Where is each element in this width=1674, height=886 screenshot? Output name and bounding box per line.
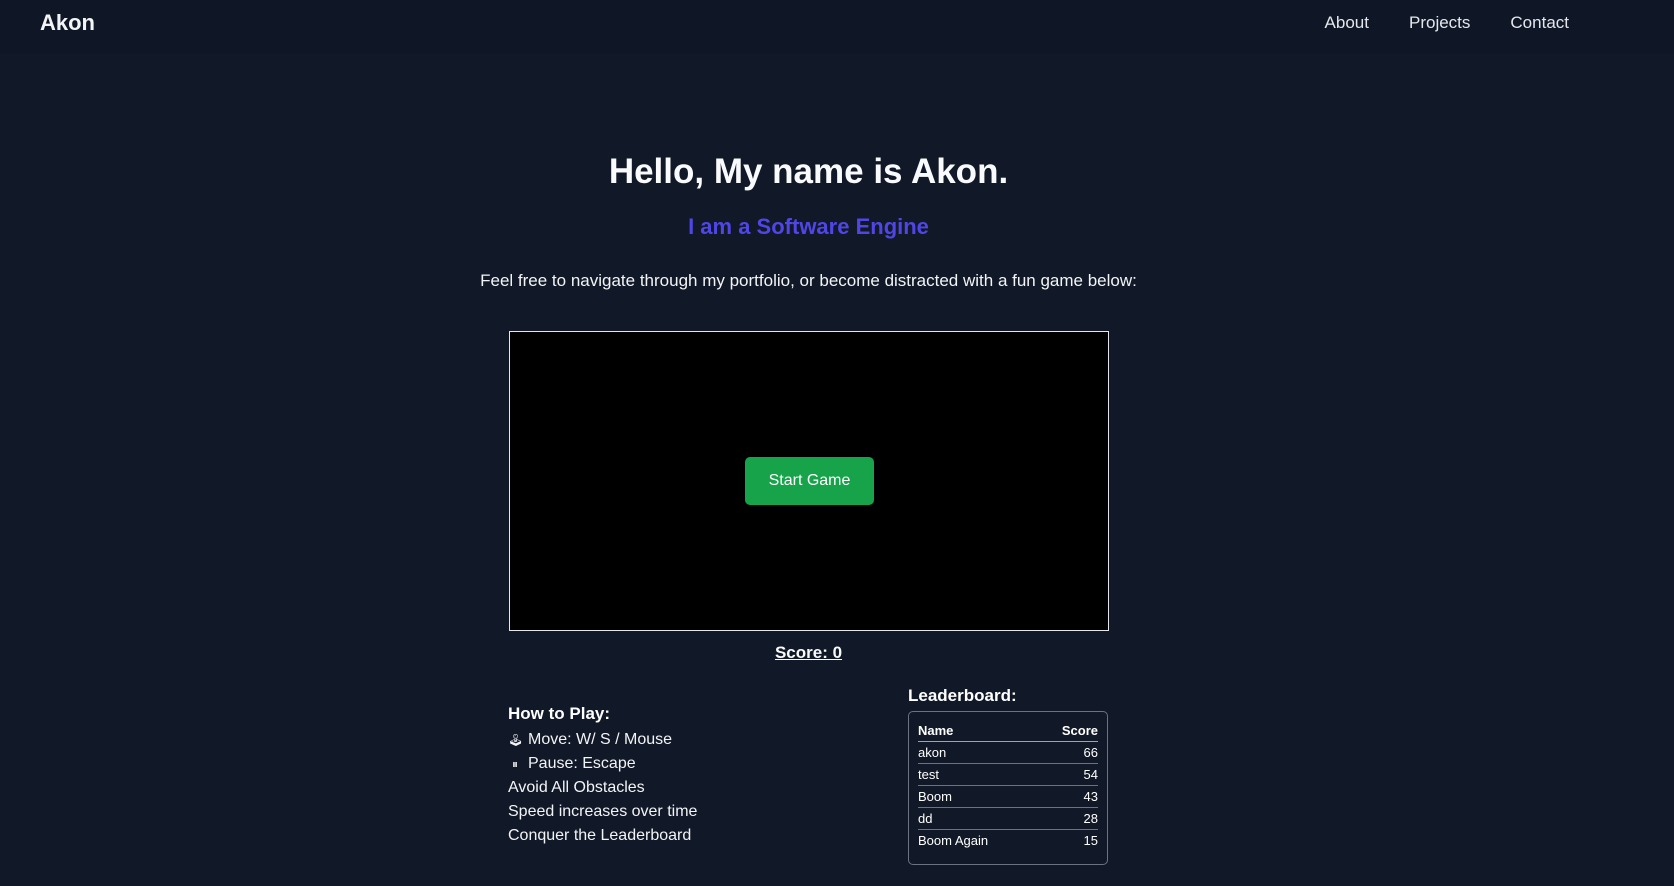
brand-logo[interactable]: Akon bbox=[40, 10, 95, 36]
pause-icon: ⏸ bbox=[511, 757, 518, 771]
hero-title: Hello, My name is Akon. bbox=[608, 152, 1009, 191]
hero-text: Feel free to navigate through my portfol… bbox=[480, 271, 1137, 290]
leaderboard-score: 43 bbox=[1036, 785, 1098, 808]
start-game-button[interactable]: Start Game bbox=[745, 457, 874, 505]
howto-item-text: Speed increases over time bbox=[508, 803, 698, 820]
howto-item-text: Move: W/ S / Mouse bbox=[528, 731, 673, 748]
how-to-play-title: How to Play: bbox=[508, 704, 611, 723]
leaderboard-score: 15 bbox=[1083, 833, 1098, 848]
howto-item-text: Conquer the Leaderboard bbox=[508, 827, 692, 844]
nav-link-about[interactable]: About bbox=[1325, 13, 1369, 33]
howto-item-pause: ⏸ Pause: Escape bbox=[508, 754, 697, 778]
howto-item-move: 🕹 Move: W/ S / Mouse bbox=[508, 730, 697, 754]
leaderboard-name: dd bbox=[918, 807, 1037, 830]
leaderboard-name: akon bbox=[918, 741, 1037, 764]
nav-link-projects[interactable]: Projects bbox=[1409, 13, 1470, 33]
nav-link-contact[interactable]: Contact bbox=[1510, 13, 1569, 33]
howto-item-speed: Speed increases over time bbox=[508, 802, 697, 826]
howto-item-text: Pause: Escape bbox=[528, 755, 636, 772]
leaderboard-row: test 54 bbox=[918, 763, 1098, 786]
leaderboard-name: Boom Again bbox=[918, 833, 989, 848]
howto-item-conquer: Conquer the Leaderboard bbox=[508, 826, 697, 850]
leaderboard-name: Boom bbox=[918, 785, 1037, 808]
leaderboard-row: Boom 43 bbox=[918, 785, 1098, 808]
leaderboard-header-score: Score bbox=[1036, 721, 1098, 742]
navbar: Akon About Projects Contact bbox=[0, 0, 1674, 54]
leaderboard-score: 28 bbox=[1036, 807, 1098, 830]
howto-item-avoid: Avoid All Obstacles bbox=[508, 778, 697, 802]
leaderboard-header-name: Name bbox=[918, 721, 1037, 742]
leaderboard-box: Name Score akon 66 test 54 Boom 43 dd 28 bbox=[908, 711, 1108, 865]
leaderboard-row: Boom Again 15 bbox=[918, 830, 1098, 852]
leaderboard-header-row: Name Score bbox=[918, 721, 1098, 742]
leaderboard-table: Name Score akon 66 test 54 Boom 43 dd 28 bbox=[918, 721, 1098, 851]
howto-item-text: Avoid All Obstacles bbox=[508, 779, 645, 796]
how-to-play: How to Play: 🕹 Move: W/ S / Mouse ⏸ Paus… bbox=[508, 704, 697, 850]
leaderboard-name: test bbox=[918, 763, 1037, 786]
leaderboard-score: 66 bbox=[1036, 741, 1098, 764]
score-display: Score: 0 bbox=[774, 643, 843, 662]
hero-subtitle: I am a Software Engine bbox=[688, 214, 929, 239]
leaderboard-title: Leaderboard: bbox=[908, 686, 1017, 705]
leaderboard-row: dd 28 bbox=[918, 807, 1098, 830]
game-canvas[interactable]: Start Game bbox=[509, 331, 1109, 631]
nav-links: About Projects Contact bbox=[1325, 13, 1569, 33]
leaderboard-row: akon 66 bbox=[918, 741, 1098, 764]
joystick-icon: 🕹 bbox=[508, 733, 524, 747]
leaderboard-score: 54 bbox=[1036, 763, 1098, 786]
